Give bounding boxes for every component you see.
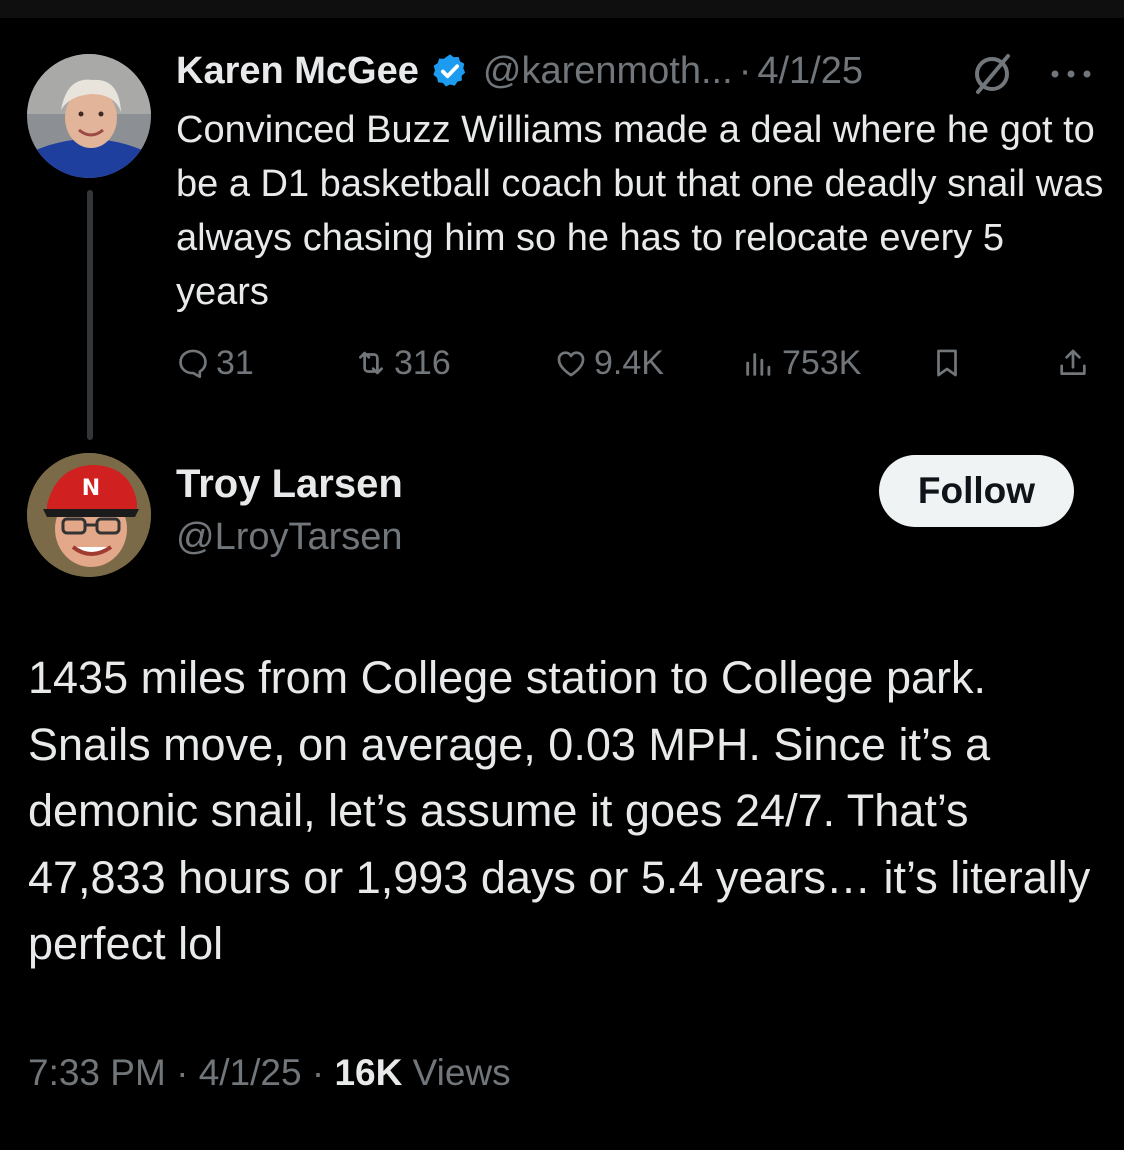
reply-count: 31 xyxy=(216,343,254,382)
original-tweet-header: Karen McGee @karenmoth... · 4/1/25 xyxy=(176,46,863,96)
bookmark-button[interactable] xyxy=(930,338,970,388)
reply-time[interactable]: 7:33 PM xyxy=(28,1052,166,1093)
verified-badge-icon xyxy=(431,52,469,90)
heart-icon xyxy=(557,351,585,377)
retweet-icon xyxy=(359,351,383,375)
tweet-date[interactable]: 4/1/25 xyxy=(757,50,863,93)
tweet-action-bar: 31 316 9.4K 753K xyxy=(176,338,1096,388)
views-button[interactable]: 753K xyxy=(742,338,861,388)
thread-connector-line xyxy=(87,190,93,440)
retweet-count: 316 xyxy=(394,343,451,382)
share-button[interactable] xyxy=(1056,338,1096,388)
svg-text:N: N xyxy=(82,476,100,501)
avatar-karen[interactable] xyxy=(27,54,151,178)
reply-button[interactable]: 31 xyxy=(176,338,254,388)
like-button[interactable]: 9.4K xyxy=(554,338,664,388)
reply-tweet-text: 1435 miles from College station to Colle… xyxy=(28,652,1103,969)
bookmark-icon xyxy=(937,349,957,377)
meta-separator-1: · xyxy=(176,1052,189,1093)
reply-author-handle[interactable]: @LroyTarsen xyxy=(176,516,403,559)
grok-icon[interactable] xyxy=(968,50,1016,98)
meta-separator-2: · xyxy=(311,1052,325,1093)
reply-date[interactable]: 4/1/25 xyxy=(199,1052,302,1093)
avatar-troy-image: N xyxy=(27,453,151,577)
reply-meta-line: 7:33 PM · 4/1/25 · 16K Views xyxy=(28,1052,511,1094)
avatar-karen-image xyxy=(27,54,151,178)
views-count: 753K xyxy=(782,343,862,382)
views-icon xyxy=(746,353,771,376)
reply-views-count[interactable]: 16K xyxy=(334,1052,402,1093)
reply-author-name[interactable]: Troy Larsen xyxy=(176,462,403,507)
author-handle[interactable]: @karenmoth... xyxy=(483,50,733,93)
header-separator: · xyxy=(738,49,752,92)
avatar-troy[interactable]: N xyxy=(27,453,151,577)
reply-icon xyxy=(179,349,207,379)
more-icon[interactable] xyxy=(1047,62,1095,86)
bottom-divider-peek xyxy=(28,1140,1098,1150)
author-name[interactable]: Karen McGee xyxy=(176,50,419,93)
reply-views-label: Views xyxy=(412,1052,511,1093)
follow-button[interactable]: Follow xyxy=(879,455,1074,527)
share-icon xyxy=(1060,349,1086,375)
original-tweet-text: Convinced Buzz Williams made a deal wher… xyxy=(176,109,1114,313)
status-bar-strip xyxy=(0,0,1124,18)
like-count: 9.4K xyxy=(594,343,664,382)
retweet-button[interactable]: 316 xyxy=(354,338,451,388)
